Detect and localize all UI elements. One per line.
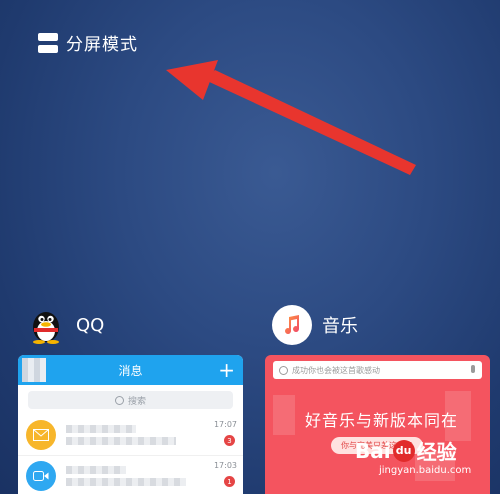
list-item[interactable]: 17:07 3 [18,415,243,456]
app-name-qq: QQ [76,314,105,336]
app-name-music: 音乐 [322,316,358,337]
app-label-music[interactable]: 音乐 [272,305,358,345]
microphone-icon[interactable] [471,365,475,373]
app-label-qq[interactable]: QQ [26,305,104,345]
split-mode-label: 分屏模式 [66,35,138,55]
qq-header-title: 消息 [118,363,143,378]
add-icon[interactable]: + [218,358,235,382]
qq-window-preview[interactable]: 消息 + 搜索 17:07 3 17:03 1 [18,355,243,494]
unread-badge: 3 [224,435,235,446]
qq-penguin-icon [26,305,66,345]
split-screen-icon [38,32,58,53]
music-search-bar[interactable]: 成功你也会被这首歌感动 [273,361,482,379]
qq-search-placeholder: 搜索 [127,396,146,407]
music-search-placeholder: 成功你也会被这首歌感动 [292,365,380,375]
search-icon [279,365,288,375]
split-mode-button[interactable]: 分屏模式 [38,30,138,55]
banner-decoration [273,395,295,435]
watermark-text: 经验 [416,440,457,464]
blurred-message-preview [66,421,176,449]
baidu-paw-logo: du [392,439,415,462]
search-icon [114,395,124,405]
watermark-text: Bai [355,438,391,463]
video-call-icon [26,461,56,491]
watermark-url: jingyan.baidu.com [379,465,472,476]
qq-header: 消息 + [18,355,243,385]
baidu-watermark: Bai du 经验 jingyan.baidu.com [355,436,472,477]
qq-search-bar[interactable]: 搜索 [28,391,233,409]
banner-title: 好音乐与新版本同在 [305,411,459,430]
music-note-icon [272,305,312,345]
message-time: 17:03 [213,461,237,470]
mail-icon [26,420,56,450]
list-item[interactable]: 17:03 1 [18,456,243,494]
unread-badge: 1 [224,476,235,487]
message-time: 17:07 [213,420,237,429]
blurred-message-preview [66,462,186,490]
avatar[interactable] [22,358,46,382]
